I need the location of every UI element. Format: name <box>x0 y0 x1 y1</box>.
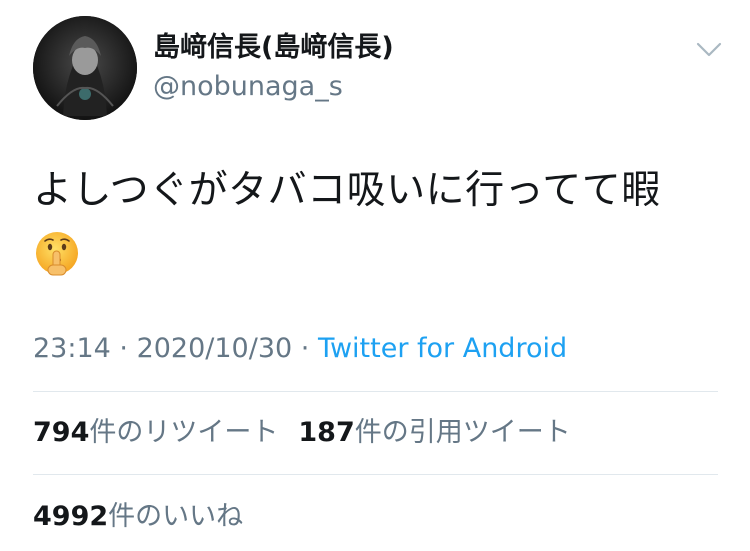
display-name[interactable]: 島﨑信長(島﨑信長) <box>153 30 394 66</box>
retweet-stat[interactable]: 794件のリツイート <box>33 417 278 448</box>
quote-count: 187 <box>298 417 355 448</box>
retweet-count: 794 <box>33 417 90 448</box>
tweet-text: よしつぐがタバコ吸いに行ってて暇 <box>33 168 661 213</box>
tweet-card: 島﨑信長(島﨑信長) @nobunaga_s よしつぐがタバコ吸いに行ってて暇 … <box>0 0 750 551</box>
tweet-meta: 23:14 · 2020/10/30 · Twitter for Android <box>33 331 567 367</box>
like-count: 4992 <box>33 501 109 532</box>
tweet-date[interactable]: 2020/10/30 <box>137 333 293 364</box>
divider <box>33 474 718 475</box>
user-handle[interactable]: @nobunaga_s <box>153 70 343 104</box>
avatar-image <box>33 16 137 120</box>
quote-stat[interactable]: 187件の引用ツイート <box>298 417 570 448</box>
retweet-label: 件のリツイート <box>89 417 279 448</box>
engagement-stats-row: 794件のリツイート 187件の引用ツイート <box>33 415 571 451</box>
quote-label: 件の引用ツイート <box>354 417 571 448</box>
like-label: 件のいいね <box>108 501 244 532</box>
divider <box>33 391 718 392</box>
tweet-source-link[interactable]: Twitter for Android <box>318 333 567 364</box>
tweet-time[interactable]: 23:14 <box>33 333 111 364</box>
avatar[interactable] <box>33 16 137 120</box>
chevron-down-icon[interactable] <box>696 38 722 60</box>
likes-stat-row: 4992件のいいね <box>33 499 243 535</box>
meta-separator: · <box>292 333 318 364</box>
meta-separator: · <box>110 333 137 364</box>
shushing-face-emoji <box>33 229 81 277</box>
like-stat[interactable]: 4992件のいいね <box>33 501 243 532</box>
